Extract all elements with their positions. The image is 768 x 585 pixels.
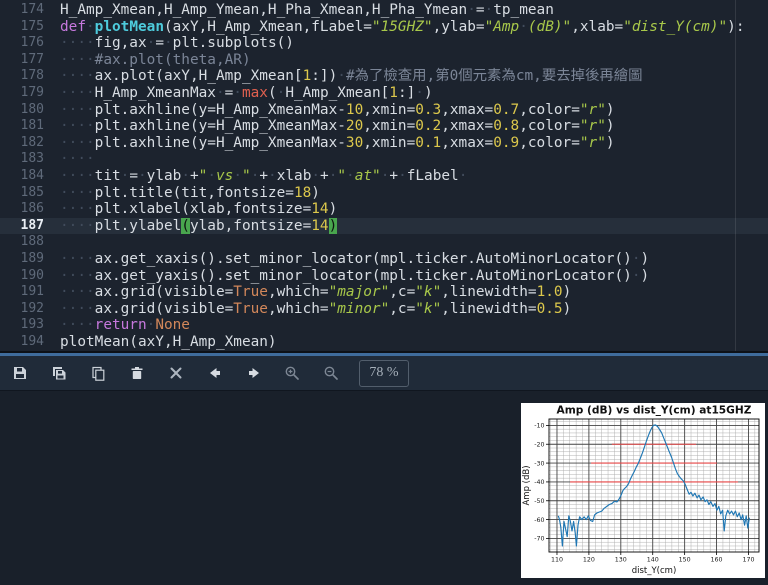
line-number: 179 — [20, 84, 44, 100]
line-number: 184 — [20, 167, 44, 183]
code-line-177[interactable]: 177 ····#ax.plot(theta,AR) — [0, 52, 768, 69]
code-lines: 174 H_Amp_Xmean,H_Amp_Ymean,H_Pha_Xmean,H… — [0, 2, 768, 350]
remove-plot-button[interactable] — [117, 359, 156, 387]
svg-text:-30: -30 — [534, 460, 544, 467]
line-number: 178 — [20, 68, 44, 84]
code-line-181[interactable]: 181 ····plt.axhline(y=H_Amp_XmeanMax-20,x… — [0, 118, 768, 135]
line-number: 174 — [20, 2, 44, 17]
line-number: 181 — [20, 118, 44, 134]
code-line-184[interactable]: 184 ····tit·=·ylab·+"·vs·"·+·xlab·+·"·at"… — [0, 168, 768, 185]
line-number: 190 — [20, 267, 44, 283]
code-line-194[interactable]: 194 plotMean(axY,H_Amp_Xmean) — [0, 334, 768, 351]
line-number: 177 — [20, 51, 44, 67]
svg-text:150: 150 — [679, 557, 691, 564]
line-number: 176 — [20, 35, 44, 51]
zoom-in-icon — [285, 366, 299, 380]
code-line-188[interactable]: 188 — [0, 234, 768, 251]
code-line-182[interactable]: 182 ····plt.axhline(y=H_Amp_XmeanMax-30,x… — [0, 135, 768, 152]
code-line-180[interactable]: 180 ····plt.axhline(y=H_Amp_XmeanMax-10,x… — [0, 102, 768, 119]
toolbar-buttons — [0, 359, 351, 387]
line-number: 183 — [20, 151, 44, 167]
line-number: 182 — [20, 134, 44, 150]
line-number: 189 — [20, 250, 44, 266]
plots-toolbar: 78 % — [0, 356, 768, 391]
next-plot-button[interactable] — [234, 359, 273, 387]
line-number: 187 — [20, 217, 44, 233]
code-line-174[interactable]: 174 H_Amp_Xmean,H_Amp_Ymean,H_Pha_Xmean,H… — [0, 2, 768, 19]
amp-vs-dist-chart: 110 120 130 140 150 160 170 -10 -20 -30 -40 -50 -60 -… — [521, 403, 765, 578]
code-line-189[interactable]: 189 ····ax.get_xaxis().set_minor_locator(… — [0, 251, 768, 268]
code-line-179[interactable]: 179 ····H_Amp_XmeanMax·=·max(·H_Amp_Xmean… — [0, 85, 768, 102]
line-number: 188 — [20, 234, 44, 250]
line-number: 175 — [20, 18, 44, 34]
code-line-190[interactable]: 190 ····ax.get_yaxis().set_minor_locator(… — [0, 268, 768, 285]
copy-plot-icon — [91, 366, 104, 381]
line-number: 192 — [20, 300, 44, 316]
line-number: 193 — [20, 317, 44, 333]
save-plot-icon — [13, 367, 26, 379]
code-line-176[interactable]: 176 ····fig,ax·=·plt.subplots() — [0, 35, 768, 52]
svg-text:dist_Y(cm): dist_Y(cm) — [632, 566, 677, 576]
code-line-193[interactable]: 193 ····return·None — [0, 317, 768, 334]
line-number: 186 — [20, 201, 44, 217]
svg-text:-10: -10 — [534, 423, 544, 430]
code-line-183[interactable]: 183 ···· — [0, 151, 768, 168]
save-all-plots-button[interactable] — [39, 359, 78, 387]
line-number: 194 — [20, 333, 44, 349]
code-line-175[interactable]: 175 def·plotMean(axY,H_Amp_Xmean,fLabel="… — [0, 19, 768, 36]
previous-plot-icon — [209, 368, 220, 378]
plot-figure[interactable]: 110 120 130 140 150 160 170 -10 -20 -30 -40 -50 -60 -… — [521, 403, 765, 578]
remove-plot-icon — [131, 367, 142, 379]
plots-pane: 110 120 130 140 150 160 170 -10 -20 -30 -40 -50 -60 -… — [0, 391, 768, 585]
code-line-187[interactable]: 187 ····plt.ylabel(ylab,fontsize=14) — [0, 217, 768, 235]
zoom-out-icon — [324, 366, 338, 380]
svg-text:-50: -50 — [534, 498, 544, 505]
svg-text:Amp (dB): Amp (dB) — [522, 465, 532, 505]
zoom-in-button[interactable] — [273, 359, 312, 387]
line-number: 191 — [20, 284, 44, 300]
svg-text:160: 160 — [711, 557, 723, 564]
code-editor[interactable]: 174 H_Amp_Xmean,H_Amp_Ymean,H_Pha_Xmean,H… — [0, 0, 768, 351]
svg-text:-20: -20 — [534, 441, 544, 448]
svg-text:-40: -40 — [534, 479, 544, 486]
zoom-level-display[interactable]: 78 % — [359, 359, 409, 387]
next-plot-icon — [248, 368, 259, 378]
svg-text:130: 130 — [615, 557, 627, 564]
spyder-window: 174 H_Amp_Xmean,H_Amp_Ymean,H_Pha_Xmean,H… — [0, 0, 768, 585]
copy-plot-button[interactable] — [78, 359, 117, 387]
svg-text:-60: -60 — [534, 517, 544, 524]
edge-guide-line — [735, 0, 736, 351]
svg-text:-70: -70 — [534, 536, 544, 543]
code-line-178[interactable]: 178 ····ax.plot(axY,H_Amp_Xmean[1:])·#為了檢… — [0, 68, 768, 85]
line-number: 185 — [20, 184, 44, 200]
code-line-185[interactable]: 185 ····plt.title(tit,fontsize=18) — [0, 185, 768, 202]
remove-all-plots-icon — [170, 367, 181, 379]
previous-plot-button[interactable] — [195, 359, 234, 387]
code-line-186[interactable]: 186 ····plt.xlabel(xlab,fontsize=14) — [0, 201, 768, 218]
remove-all-plots-button[interactable] — [156, 359, 195, 387]
zoom-level-value: 78 % — [369, 365, 399, 380]
svg-text:110: 110 — [551, 557, 563, 564]
save-plot-button[interactable] — [0, 359, 39, 387]
zoom-out-button[interactable] — [312, 359, 351, 387]
line-number: 180 — [20, 101, 44, 117]
svg-text:Amp (dB) vs dist_Y(cm) at15GHZ: Amp (dB) vs dist_Y(cm) at15GHZ — [557, 405, 752, 417]
svg-text:120: 120 — [583, 557, 595, 564]
svg-text:170: 170 — [742, 557, 754, 564]
svg-text:140: 140 — [647, 557, 659, 564]
save-all-plots-icon — [52, 367, 65, 380]
code-line-192[interactable]: 192 ····ax.grid(visible=True,which="minor… — [0, 301, 768, 318]
code-line-191[interactable]: 191 ····ax.grid(visible=True,which="major… — [0, 284, 768, 301]
